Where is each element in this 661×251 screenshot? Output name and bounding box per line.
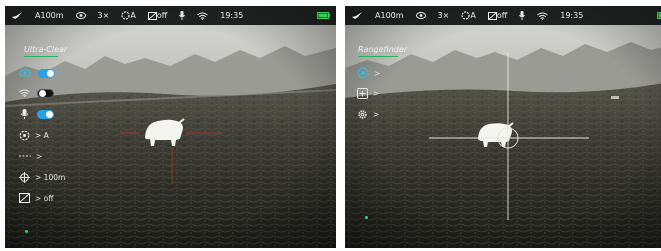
menu-item-calibration[interactable]: > A	[19, 128, 49, 142]
menu-title: Rangefinder	[358, 45, 408, 54]
pip-state: off	[496, 11, 508, 20]
menu-item-pip[interactable]: > off	[19, 191, 53, 205]
menu-item-wifi[interactable]	[19, 86, 54, 100]
calibration-mode: A	[130, 11, 136, 20]
wifi-icon	[537, 12, 549, 20]
mic-icon	[179, 11, 186, 20]
battery-icon	[657, 12, 661, 19]
rangefinder-icon	[357, 67, 369, 79]
bird-logo-icon	[351, 11, 363, 20]
menu-item-settings[interactable]: >	[357, 107, 379, 121]
menu-title-underline	[24, 56, 58, 57]
pip-icon	[487, 11, 497, 20]
wifi-icon	[197, 12, 209, 20]
wifi-toggle[interactable]	[37, 88, 54, 98]
clock: 19:35	[220, 11, 244, 20]
add-value: >	[373, 88, 380, 98]
calibration-mode: A	[470, 11, 476, 20]
battery-icon	[317, 12, 330, 19]
thermal-view-menu: A100m 3× A off 19:35 Ultra-Clear › > A >…	[5, 6, 336, 248]
eye-icon	[75, 12, 86, 19]
menu-item-ultra-clear[interactable]	[19, 66, 55, 80]
selection-arrow: ›	[5, 66, 9, 76]
bird-logo-icon	[11, 11, 23, 20]
zoom-profile: A100m	[375, 11, 404, 20]
calibration-status: A	[461, 11, 476, 20]
menu-item-microphone[interactable]	[19, 107, 54, 121]
gear-icon	[358, 109, 367, 119]
calibration-icon	[19, 130, 30, 140]
crosshair-icon	[19, 171, 30, 183]
clock: 19:35	[560, 11, 584, 20]
menu-item-rangefinder[interactable]: >	[357, 66, 380, 80]
pip-icon	[19, 193, 30, 203]
pip-status: off	[487, 11, 508, 20]
menu-title: Ultra-Clear	[24, 45, 68, 54]
calibration-status: A	[121, 11, 136, 20]
calibration-value: > A	[35, 130, 49, 140]
wifi-icon	[19, 89, 30, 97]
eye-icon	[415, 12, 426, 19]
pip-icon	[147, 11, 157, 20]
digital-zoom: 3×	[437, 11, 450, 20]
ultra-clear-toggle[interactable]	[38, 68, 55, 78]
eye-icon	[19, 69, 31, 77]
status-indicator-dot	[365, 216, 368, 219]
status-bar: A100m 3× A off 19:35	[345, 6, 661, 25]
digital-zoom: 3×	[97, 11, 110, 20]
mic-icon	[20, 109, 29, 119]
zoom-profile: A100m	[35, 11, 64, 20]
calibration-icon	[461, 11, 470, 20]
pip-status: off	[147, 11, 168, 20]
pip-value: > off	[35, 193, 54, 203]
menu-item-line[interactable]: >	[19, 149, 42, 163]
white-reticle	[429, 52, 589, 220]
pip-state: off	[156, 11, 168, 20]
line-value: >	[36, 151, 43, 161]
plus-box-icon	[357, 87, 368, 99]
rangefinder-value: >	[374, 68, 381, 78]
boar-target	[145, 118, 185, 146]
menu-item-add[interactable]: >	[357, 86, 379, 100]
microphone-toggle[interactable]	[37, 109, 54, 119]
settings-value: >	[373, 109, 380, 119]
menu-item-zeroing[interactable]: > 100m	[19, 170, 65, 184]
status-bar: A100m 3× A off 19:35	[5, 6, 336, 25]
mic-icon	[519, 11, 526, 20]
zeroing-value: > 100m	[35, 172, 66, 182]
menu-title-underline	[358, 56, 398, 57]
dashed-line-icon	[19, 155, 31, 157]
selection-arrow: ›	[345, 66, 349, 76]
calibration-icon	[121, 11, 130, 20]
status-indicator-dot	[25, 230, 28, 233]
thermal-view-rangefinder: A100m 3× A off 19:35 Rangefinder › > > >	[345, 6, 661, 248]
